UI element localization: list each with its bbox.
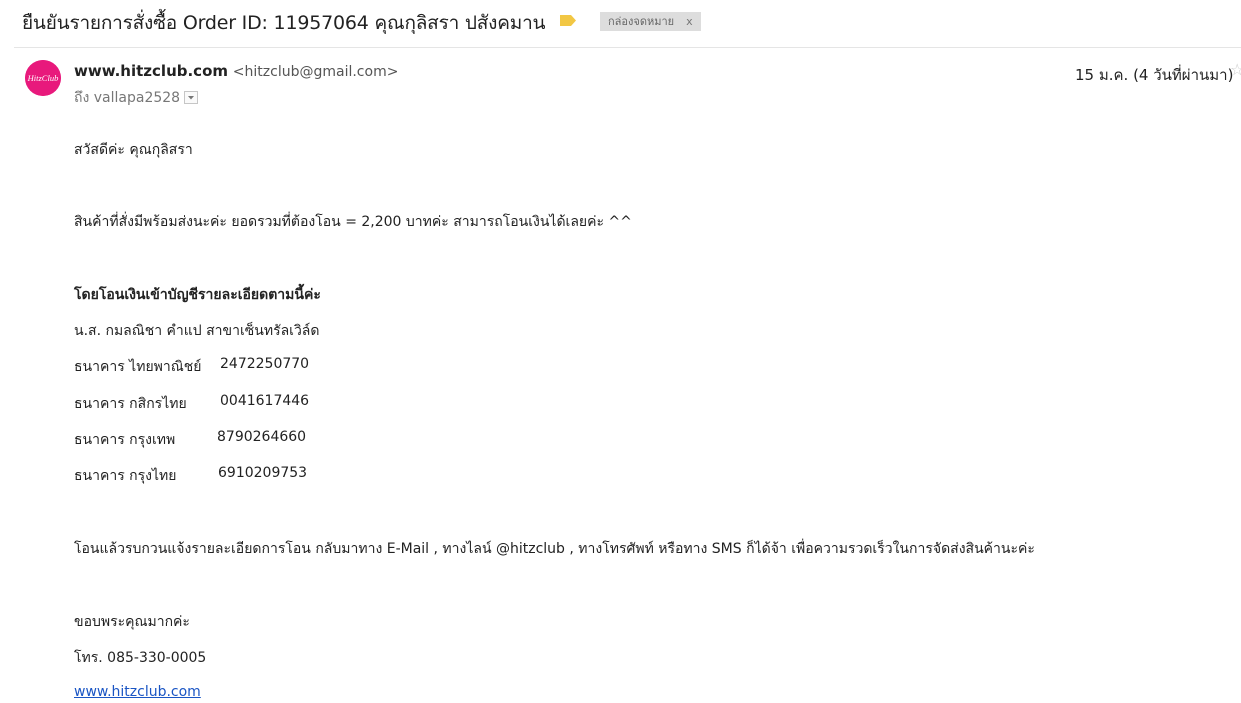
recipient-text: ถึง vallapa2528 — [74, 90, 181, 106]
label-tag-icon[interactable] — [559, 14, 577, 27]
star-icon[interactable]: ☆ — [1230, 62, 1241, 78]
recipient-line: ถึง vallapa2528 — [74, 87, 199, 109]
bank-row: ธนาคาร กสิกรไทย 0041617446 — [74, 393, 474, 415]
thanks-text: ขอบพระคุณมากค่ะ — [74, 614, 190, 630]
recipient-details-button[interactable] — [184, 90, 199, 104]
remove-label-button[interactable]: x — [686, 15, 693, 28]
bank-account-number: 2472250770 — [220, 356, 310, 372]
bank-name: ธนาคาร กสิกรไทย — [74, 396, 187, 412]
bank-row: ธนาคาร ไทยพาณิชย์ 2472250770 — [74, 356, 474, 378]
order-message: สินค้าที่สั่งมีพร้อมส่งนะค่ะ ยอดรวมที่ต้… — [74, 214, 632, 230]
email-date: 15 ม.ค. (4 วันที่ผ่านมา) — [1075, 66, 1234, 84]
bank-row: ธนาคาร กรุงเทพ 8790264660 — [74, 429, 474, 451]
bank-name: ธนาคาร กรุงเทพ — [74, 432, 176, 448]
bank-account-number: 8790264660 — [217, 429, 307, 445]
sender-email: <hitzclub@gmail.com> — [232, 64, 399, 80]
greeting: สวัสดีค่ะ คุณกุลิสรา — [74, 142, 193, 158]
transfer-header: โดยโอนเงินเข้าบัญชีรายละเอียดตามนี้ค่ะ — [74, 287, 321, 303]
sender-name[interactable]: www.hitzclub.com — [74, 62, 228, 80]
hitzclub-logo-icon: HitzClub — [25, 60, 61, 96]
account-holder: น.ส. กมลณิชา คำแป สาขาเซ็นทรัลเวิล์ด — [74, 323, 320, 339]
bank-name: ธนาคาร กรุงไทย — [74, 468, 177, 484]
inbox-label-text: กล่องจดหมาย — [608, 15, 675, 28]
bank-name: ธนาคาร ไทยพาณิชย์ — [74, 359, 202, 375]
sender-avatar[interactable]: HitzClub — [25, 60, 61, 96]
notify-message: โอนแล้วรบกวนแจ้งรายละเอียดการโอน กลับมาท… — [74, 541, 1035, 557]
chevron-down-icon — [188, 95, 195, 99]
phone-number: โทร. 085-330-0005 — [74, 650, 207, 666]
bank-account-number: 0041617446 — [220, 393, 310, 409]
inbox-label-chip[interactable]: กล่องจดหมาย x — [600, 12, 701, 31]
svg-text:HitzClub: HitzClub — [27, 73, 59, 83]
bank-account-number: 6910209753 — [218, 465, 308, 481]
header-divider — [14, 47, 1241, 48]
sender-line: www.hitzclub.com <hitzclub@gmail.com> — [74, 62, 398, 80]
bank-row: ธนาคาร กรุงไทย 6910209753 — [74, 465, 474, 487]
subject-bar: ยืนยันรายการสั่งซื้อ Order ID: 11957064 … — [0, 0, 1241, 44]
website-link[interactable]: www.hitzclub.com — [74, 684, 201, 700]
email-subject: ยืนยันรายการสั่งซื้อ Order ID: 11957064 … — [22, 12, 546, 34]
